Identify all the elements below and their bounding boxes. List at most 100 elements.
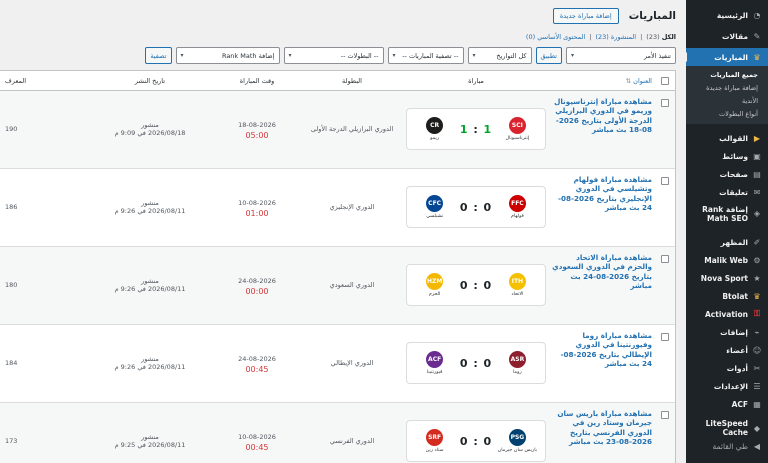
row-checkbox[interactable] — [661, 177, 669, 185]
match-date: 10-08-2026 — [238, 433, 276, 441]
match-title-link[interactable]: مشاهدة مباراة روما وفيورنتينا في الدوري … — [551, 331, 652, 368]
sidebar-item-tools[interactable]: ✂ أدوات — [686, 359, 768, 377]
column-id: المعرف — [5, 76, 27, 85]
rankmath-filter-select[interactable]: إضافة Rank Math ▾ — [175, 47, 280, 64]
row-checkbox[interactable] — [661, 99, 669, 107]
sidebar-item-acf[interactable]: ▦ ACF — [686, 395, 768, 413]
view-published[interactable]: المنشورة (23) — [595, 33, 636, 41]
post-status: منشور — [141, 121, 159, 129]
row-checkbox[interactable] — [661, 255, 669, 263]
matches-submenu: جميع المباريات إضافة مباراة جديدة الأندي… — [686, 66, 768, 124]
sidebar-item-malikweb[interactable]: ⚙ Malik Web — [686, 251, 768, 269]
sidebar-item-pages[interactable]: ▤ صفحات — [686, 165, 768, 183]
home-score: 0 — [483, 434, 493, 448]
match-time: 00:00 — [245, 287, 269, 296]
submenu-league-types[interactable]: أنواع البطولات — [686, 108, 768, 121]
league-filter-select[interactable]: -- البطولات -- ▾ — [283, 47, 384, 64]
match-title-link[interactable]: مشاهدة مباراة إنترناسيونال وريمو في الدو… — [551, 97, 652, 134]
away-score: 0 — [459, 200, 469, 214]
post-status: منشور — [141, 355, 159, 363]
bulk-action-select[interactable]: تنفيذ الأمر ▾ — [566, 47, 676, 64]
sidebar-item-templates[interactable]: ▶ القوالب — [686, 129, 768, 147]
home-team-logo-icon: SCI — [508, 117, 526, 134]
match-time: 00:45 — [245, 443, 269, 452]
away-team: HZM الحزم — [417, 273, 453, 297]
play-icon: ▶ — [753, 133, 761, 143]
apply-button[interactable]: تطبيق — [535, 47, 562, 64]
page-header: المباريات إضافة مباراة جديدة — [0, 7, 676, 25]
rankmath-icon: ◈ — [753, 209, 761, 218]
match-card: ITH الاتحاد 0 : 0 HZM الحزم — [406, 264, 546, 306]
published-cell: منشور 2026/08/11 في 9:26 م — [89, 169, 211, 216]
match-title-link[interactable]: مشاهدة مباراة الاتحاد والحزم في الدوري ا… — [551, 253, 652, 290]
away-team-logo-icon: HZM — [426, 273, 444, 290]
away-team: SRF ستاد رين — [417, 429, 453, 453]
published-cell: منشور 2026/08/11 في 9:25 م — [89, 403, 211, 450]
sidebar-item-btolat[interactable]: ♛ Btolat — [686, 287, 768, 305]
published-cell: منشور 2026/08/11 في 9:26 م — [89, 247, 211, 294]
table-row: مشاهدة مباراة الاتحاد والحزم في الدوري ا… — [0, 247, 675, 325]
sidebar-item-settings[interactable]: ☰ الإعدادات — [686, 377, 768, 395]
table-row: مشاهدة مباراة باريس سان جيرمان وستاد رين… — [0, 403, 675, 463]
id-cell: 180 — [5, 281, 18, 289]
post-status: منشور — [141, 277, 159, 285]
submenu-all-matches[interactable]: جميع المباريات — [686, 69, 768, 82]
sidebar-item-litespeed[interactable]: ◆ LiteSpeed Cache — [686, 419, 768, 437]
sidebar-item-rankmath[interactable]: ◈ إضافة Rank Math SEO — [686, 201, 768, 227]
sidebar-item-matches[interactable]: ♛ المباريات — [682, 48, 768, 66]
match-card: SCI إنترناسيونال 1 : 1 CR ريمو — [406, 108, 546, 150]
table-body: مشاهدة مباراة إنترناسيونال وريمو في الدو… — [0, 91, 675, 463]
add-new-match-button[interactable]: إضافة مباراة جديدة — [552, 8, 619, 24]
time-cell: 18-08-2026 05:00 — [211, 91, 303, 140]
away-team-name: ستاد رين — [425, 448, 444, 453]
match-time: 01:00 — [245, 209, 269, 218]
pages-icon: ▤ — [753, 169, 761, 179]
home-team-name: روما — [513, 370, 522, 375]
sidebar-item-appearance[interactable]: ✐ المظهر — [686, 233, 768, 251]
home-team-logo-icon: ASR — [508, 351, 526, 368]
sidebar-item-users[interactable]: ☺ أعضاء — [686, 341, 768, 359]
select-all-checkbox[interactable] — [661, 76, 669, 85]
match-card: FFC فولهام 0 : 0 CFC تشيلسي — [406, 186, 546, 228]
column-published[interactable]: تاريخ النشر — [89, 77, 211, 85]
away-score: 0 — [459, 356, 469, 370]
match-title-link[interactable]: مشاهدة مباراة باريس سان جيرمان وستاد رين… — [551, 409, 652, 446]
sidebar-item-collapse[interactable]: ◀ طي القائمة — [686, 437, 768, 455]
sidebar-item-activation[interactable]: ⚿ Activation — [686, 305, 768, 323]
page-title: المباريات — [628, 10, 676, 22]
view-all[interactable]: الكل (23) — [646, 33, 676, 41]
submenu-add-match[interactable]: إضافة مباراة جديدة — [686, 82, 768, 95]
match-title-link[interactable]: مشاهدة مباراة فولهام وتشيلسي في الدوري ا… — [551, 175, 652, 212]
home-team: ITH الاتحاد — [499, 273, 535, 297]
sidebar-item-comments[interactable]: ✉ تعليقات — [686, 183, 768, 201]
home-team-name: الاتحاد — [511, 292, 524, 297]
home-team-name: فولهام — [510, 214, 524, 219]
comments-icon: ✉ — [753, 187, 761, 197]
time-cell: 24-08-2026 00:00 — [211, 247, 303, 296]
post-status: منشور — [141, 433, 159, 441]
home-team-logo-icon: ITH — [508, 273, 526, 290]
trophy-icon: ♛ — [753, 291, 761, 301]
home-team: SCI إنترناسيونال — [499, 117, 535, 141]
sidebar-item-novasport[interactable]: ★ Nova Sport — [686, 269, 768, 287]
view-cornerstone[interactable]: المحتوى الأساسي (0) — [526, 33, 585, 41]
away-team-logo-icon: ACF — [426, 351, 444, 368]
away-team-logo-icon: CR — [426, 117, 444, 134]
column-title[interactable]: العنوان — [633, 77, 652, 85]
row-checkbox[interactable] — [661, 333, 669, 341]
submenu-clubs[interactable]: الأندية — [686, 95, 768, 108]
row-checkbox[interactable] — [661, 411, 669, 419]
away-team-name: الحزم — [428, 292, 441, 297]
sidebar-item-dashboard[interactable]: ◔ الرئيسية — [686, 6, 768, 24]
view-separator: | — [589, 33, 592, 41]
table-row: مشاهدة مباراة إنترناسيونال وريمو في الدو… — [0, 91, 675, 169]
date-filter-select[interactable]: كل التواريخ ▾ — [467, 47, 532, 64]
sidebar-item-media[interactable]: ▣ وسائط — [686, 147, 768, 165]
pin-icon: ✎ — [753, 31, 761, 41]
match-filter-select[interactable]: -- تصفية المباريات -- ▾ — [387, 47, 464, 64]
filter-button[interactable]: تصفية — [145, 47, 172, 64]
sidebar-item-posts[interactable]: ✎ مقالات — [686, 27, 768, 45]
sidebar-item-plugins[interactable]: ⌁ إضافات — [686, 323, 768, 341]
league-cell: الدوري السعودي — [329, 281, 375, 289]
match-card: ASR روما 0 : 0 ACF فيورنتينا — [406, 342, 546, 384]
